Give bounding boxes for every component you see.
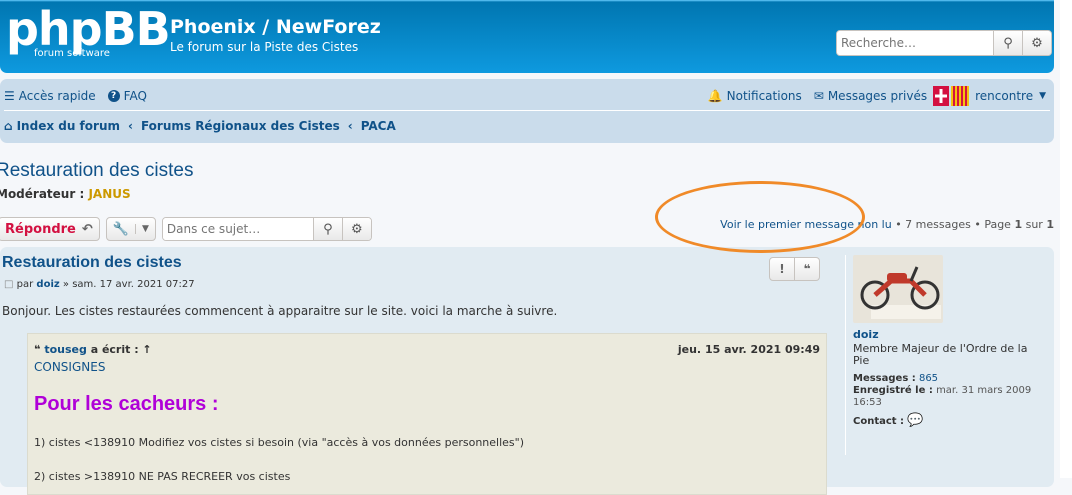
quote-button[interactable]: ❝ (795, 257, 820, 281)
post-profile: doiz Membre Majeur de l'Ordre de la Pie … (845, 255, 1058, 455)
savoie-flag-icon (933, 86, 950, 106)
notifications-link[interactable]: 🔔 Notifications (708, 89, 802, 103)
reply-arrow-icon: ↶ (81, 221, 93, 237)
profile-contact: Contact : 💬 (853, 413, 1058, 428)
quote-mark-icon: ❝ (34, 343, 41, 356)
quick-access-label: Accès rapide (18, 89, 96, 103)
chevron-right-icon: ‹ (347, 119, 353, 133)
speech-bubble-icon[interactable]: 💬 (907, 413, 923, 428)
catalan-flag-icon (951, 86, 970, 106)
faq-link[interactable]: ? FAQ (107, 89, 147, 103)
post-date: » sam. 17 avr. 2021 07:27 (62, 279, 195, 290)
site-description: Le forum sur la Piste des Cistes (170, 40, 359, 54)
exclamation-icon: ! (779, 262, 785, 276)
topic-tools-button[interactable]: 🔧 ▼ (105, 217, 156, 241)
profile-registered: Enregistré le : mar. 31 mars 2009 16:53 (853, 385, 1058, 409)
header-search: ⚲ ⚙ (836, 30, 1052, 56)
site-header: phpBB forum software Phoenix / NewForez … (0, 0, 1054, 73)
username-label: rencontre (975, 89, 1034, 103)
menu-icon: ☰ (4, 89, 15, 103)
bell-icon: 🔔 (707, 89, 723, 103)
topic-search: ⚲ ⚙ (161, 217, 372, 241)
private-messages-label: Messages privés (827, 89, 928, 103)
private-messages-link[interactable]: ✉ Messages privés (814, 89, 927, 103)
page-current: 1 (1014, 218, 1023, 231)
orange-annotation-ellipse (655, 181, 865, 253)
question-icon: ? (107, 90, 120, 102)
navbar: ☰ Accès rapide ? FAQ 🔔 Notifications ✉ M… (0, 79, 1054, 143)
quote-line-1: 1) cistes <138910 Modifiez vos cistes si… (34, 436, 525, 449)
advanced-search-button[interactable]: ⚙ (1022, 31, 1051, 55)
reply-button[interactable]: Répondre ↶ (0, 217, 100, 241)
report-button[interactable]: ! (769, 257, 795, 281)
search-icon: ⚲ (1003, 35, 1013, 51)
messages-label: Messages : (853, 373, 916, 384)
chevron-right-icon: ‹ (128, 119, 133, 133)
gear-icon: ⚙ (351, 221, 363, 237)
post-title[interactable]: Restauration des cistes (2, 254, 182, 272)
quote-line-2: 2) cistes >138910 NE PAS RECREER vos cis… (34, 470, 291, 483)
profile-messages: Messages : 865 (853, 373, 1058, 385)
post-actions: ! ❝ (769, 257, 820, 281)
site-title[interactable]: Phoenix / NewForez (170, 16, 381, 38)
page-of: sur (1025, 218, 1043, 231)
quote-block: ❝ touseg a écrit : ↑ jeu. 15 avr. 2021 0… (27, 333, 827, 495)
motorcycle-avatar-image (853, 255, 943, 323)
reply-label: Répondre (5, 221, 76, 237)
first-unread-link[interactable]: Voir le premier message non lu (720, 218, 892, 231)
faq-label: FAQ (123, 89, 147, 103)
topic-search-input[interactable] (162, 218, 313, 240)
file-icon: □ (4, 279, 14, 290)
search-icon: ⚲ (323, 221, 333, 237)
quote-date: jeu. 15 avr. 2021 09:49 (677, 343, 820, 356)
breadcrumb: ⌂ Index du forum ‹ Forums Régionaux des … (4, 119, 404, 133)
notifications-label: Notifications (726, 89, 802, 103)
moderator-name[interactable]: JANUS (88, 187, 130, 201)
pagination: Voir le premier message non lu • 7 messa… (720, 218, 1054, 231)
message-count: • 7 messages • Page (895, 218, 1011, 231)
breadcrumb-paca[interactable]: PACA (361, 119, 396, 133)
page-total: 1 (1046, 218, 1054, 231)
moderator-line: Modérateur : JANUS (0, 187, 131, 201)
moderator-label: Modérateur : (0, 187, 85, 201)
quote-author[interactable]: touseg (44, 343, 87, 356)
search-input[interactable] (837, 31, 993, 55)
logo-subtitle: forum software (34, 48, 110, 59)
wrench-icon: 🔧 (112, 221, 129, 237)
quote-heading: Pour les cacheurs : (34, 393, 219, 415)
inbox-icon: ✉ (813, 89, 824, 103)
breadcrumb-index[interactable]: Index du forum (17, 119, 120, 133)
scrollbar[interactable] (1060, 0, 1072, 478)
quote-icon: ❝ (803, 262, 811, 276)
user-menu[interactable]: rencontre ▼ (933, 86, 1046, 106)
post-meta: □ par doiz » sam. 17 avr. 2021 07:27 (4, 279, 195, 290)
quote-consignes: CONSIGNES (34, 360, 106, 374)
post-body: Bonjour. Les cistes restaurées commencen… (2, 304, 558, 318)
nav-user-area: 🔔 Notifications ✉ Messages privés rencon… (708, 86, 1050, 106)
caret-down-icon: ▼ (1039, 91, 1046, 101)
caret-down-icon: ▼ (134, 224, 155, 234)
quote-wrote: a écrit : ↑ (90, 343, 152, 356)
quick-access-link[interactable]: ☰ Accès rapide (4, 89, 96, 103)
contact-label: Contact : (853, 416, 905, 427)
topic-advanced-search-button[interactable]: ⚙ (341, 218, 371, 240)
breadcrumb-regional-forums[interactable]: Forums Régionaux des Cistes (141, 119, 340, 133)
messages-count[interactable]: 865 (919, 373, 938, 384)
post: Restauration des cistes □ par doiz » sam… (0, 247, 1054, 495)
profile-name[interactable]: doiz (853, 328, 1058, 341)
search-button[interactable]: ⚲ (993, 31, 1022, 55)
topic-search-button[interactable]: ⚲ (312, 218, 342, 240)
gear-icon: ⚙ (1031, 35, 1043, 51)
topic-action-bar: Répondre ↶ 🔧 ▼ ⚲ ⚙ (0, 217, 372, 241)
nav-row: ☰ Accès rapide ? FAQ 🔔 Notifications ✉ M… (4, 86, 1050, 106)
post-author[interactable]: doiz (36, 279, 59, 290)
post-by-label: par (16, 279, 34, 290)
quote-header: ❝ touseg a écrit : ↑ (34, 343, 152, 356)
registered-label: Enregistré le : (853, 385, 933, 396)
profile-rank: Membre Majeur de l'Ordre de la Pie (853, 342, 1028, 367)
nav-divider (4, 110, 1050, 111)
avatar[interactable] (853, 255, 943, 323)
home-icon: ⌂ (4, 119, 13, 133)
topic-title[interactable]: Restauration des cistes (0, 160, 194, 182)
